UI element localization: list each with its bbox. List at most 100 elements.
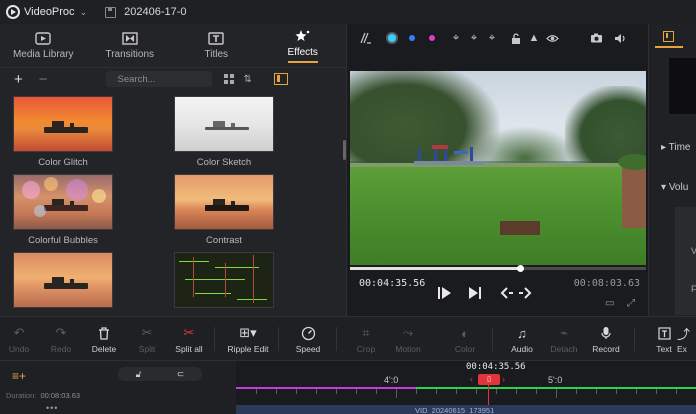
volume-icon[interactable]: [611, 29, 629, 47]
color-dot-cyan-icon[interactable]: [383, 29, 401, 47]
motion-button[interactable]: ⤳ Motion: [385, 325, 431, 354]
select-cursor-icon[interactable]: ⌖: [465, 29, 483, 47]
undo-button[interactable]: ↶ Undo: [0, 325, 42, 354]
more-options-icon[interactable]: •••: [46, 403, 58, 413]
next-marker-icon[interactable]: [517, 285, 533, 304]
snap-magnet-icon[interactable]: ⊂: [177, 369, 185, 380]
playhead-left-arrow-icon[interactable]: ‹: [470, 374, 473, 384]
fullscreen-icon[interactable]: ⤢: [627, 298, 635, 309]
sort-icon[interactable]: ⇅: [244, 74, 252, 85]
preview-seek-bar[interactable]: [350, 265, 646, 272]
timeline-toggles: 🔓︎ ⊂: [118, 367, 202, 381]
effects-grid: Color Glitch Color Sketch Colorful Bubbl…: [0, 94, 346, 316]
tool-label: Motion: [395, 344, 421, 354]
record-button[interactable]: Record: [583, 325, 629, 354]
save-icon[interactable]: [105, 6, 117, 18]
effect-item-color-sketch[interactable]: Color Sketch: [174, 96, 274, 168]
color-button[interactable]: ◐ Color: [442, 325, 488, 355]
effect-item-colorful-bubbles[interactable]: Colorful Bubbles: [13, 174, 113, 246]
tab-media-library[interactable]: Media Library: [0, 24, 87, 67]
lock-icon[interactable]: [507, 29, 525, 47]
snapshot-icon[interactable]: [587, 29, 605, 47]
remove-icon[interactable]: −: [39, 71, 48, 88]
color-dot-blue-icon[interactable]: [403, 29, 421, 47]
section-volume[interactable]: ▾ Volu: [661, 182, 688, 193]
duration-value: 00:08:03.63: [40, 391, 81, 400]
unlock-icon[interactable]: 🔓︎: [136, 369, 142, 380]
tool-label: Ripple Edit: [227, 344, 269, 354]
panel-toggle-icon[interactable]: [273, 73, 288, 85]
color-dot-magenta-icon[interactable]: [423, 29, 441, 47]
app-menu[interactable]: VideoProc ⌄: [6, 5, 87, 19]
prev-marker-icon[interactable]: [499, 285, 515, 304]
tool-label: Color: [454, 344, 476, 354]
effect-item[interactable]: [174, 252, 274, 308]
tool-label: Crop: [356, 344, 376, 354]
toolbar-divider: [336, 327, 337, 351]
undo-icon: ↶: [13, 325, 25, 340]
eye-icon[interactable]: [543, 29, 561, 47]
speed-icon: [285, 325, 331, 341]
tab-transitions[interactable]: Transitions: [87, 24, 174, 67]
next-frame-icon[interactable]: [467, 285, 483, 304]
search-input[interactable]: Search...: [105, 71, 212, 87]
library-panel: Media Library Transitions Titles Effects…: [0, 24, 346, 316]
add-track-icon[interactable]: ≡+: [12, 369, 26, 383]
play-icon[interactable]: [437, 285, 453, 304]
select-point-icon[interactable]: ⌖: [447, 29, 465, 47]
tool-label: Undo: [8, 344, 30, 354]
ripple-edit-button[interactable]: ⊞▾ Ripple Edit: [225, 325, 271, 354]
compare-icon[interactable]: [357, 29, 375, 47]
tool-label: Speed: [295, 344, 321, 354]
playhead-timecode: 00:04:35.56: [466, 362, 526, 372]
tab-effects[interactable]: Effects: [260, 24, 347, 67]
crop-button[interactable]: ⌗ Crop: [343, 325, 389, 354]
effect-item-contrast[interactable]: Contrast: [174, 174, 274, 246]
playhead-handle[interactable]: ▯: [478, 374, 500, 385]
tool-label: Ex: [677, 344, 687, 354]
media-library-icon: [34, 31, 52, 45]
tool-label: Record: [592, 344, 620, 354]
cone-icon[interactable]: ▲: [525, 29, 543, 47]
playhead-right-arrow-icon[interactable]: ›: [502, 374, 505, 384]
properties-thumbnail: [669, 58, 696, 114]
project-name: 202406-17-0: [124, 6, 187, 18]
tool-label: Split all: [175, 344, 203, 354]
redo-icon: ↷: [55, 325, 67, 340]
timeline-ruler[interactable]: [236, 387, 696, 401]
effect-thumbnail: [174, 174, 274, 230]
speed-button[interactable]: Speed: [285, 325, 331, 354]
properties-tab-icon[interactable]: [663, 31, 674, 42]
export-button[interactable]: ⤴ Ex: [677, 325, 696, 355]
seek-handle[interactable]: [516, 265, 524, 272]
effect-thumbnail: [174, 96, 274, 152]
video-preview[interactable]: [350, 71, 646, 265]
properties-field-group: [675, 207, 696, 315]
color-swatch: [429, 35, 435, 41]
redo-button[interactable]: ↷ Redo: [38, 325, 84, 354]
pip-icon[interactable]: ▭: [605, 298, 614, 309]
tab-label: Media Library: [12, 49, 74, 60]
effect-thumbnail: [13, 174, 113, 230]
grid-view-icon[interactable]: [223, 74, 234, 84]
effect-item-color-glitch[interactable]: Color Glitch: [13, 96, 113, 168]
detach-button[interactable]: ⌁ Detach: [541, 325, 587, 354]
toolbar-divider: [634, 327, 635, 351]
export-icon: ⤴: [677, 326, 691, 342]
toolbar-divider: [278, 327, 279, 351]
split-all-icon: ✂: [183, 325, 195, 340]
section-timing[interactable]: ▸ Time: [661, 142, 690, 153]
tab-label: Titles: [204, 49, 229, 60]
crop-icon: ⌗: [362, 325, 370, 340]
split-all-button[interactable]: ✂ Split all: [166, 325, 212, 354]
delete-button[interactable]: Delete: [81, 325, 127, 354]
tab-titles[interactable]: Titles: [173, 24, 260, 67]
split-button[interactable]: ✂ Split: [124, 325, 170, 354]
audio-button[interactable]: ♫ Audio: [499, 325, 545, 355]
current-timecode: 00:04:35.56: [359, 278, 426, 289]
effect-item[interactable]: [13, 252, 113, 308]
split-icon: ✂: [141, 325, 153, 340]
total-timecode: 00:08:03.63: [573, 278, 640, 289]
add-icon[interactable]: +: [14, 71, 23, 88]
select-area-icon[interactable]: ⌖: [483, 29, 501, 47]
